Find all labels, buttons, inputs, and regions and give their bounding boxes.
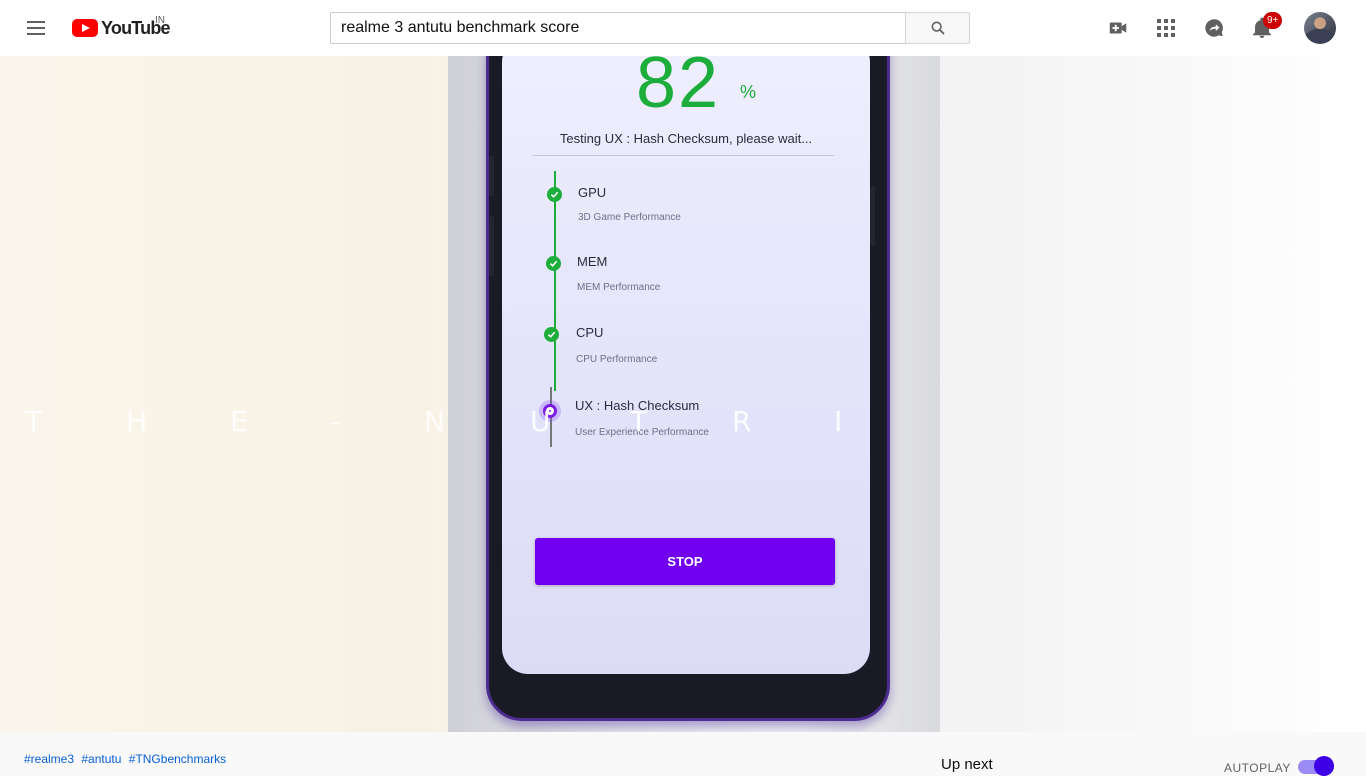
step-desc: 3D Game Performance	[578, 212, 681, 223]
apps-grid-icon	[1157, 19, 1175, 37]
user-avatar[interactable]	[1304, 12, 1336, 44]
hashtag-link[interactable]: #antutu	[81, 752, 121, 766]
overlay-letter: H	[126, 405, 148, 438]
up-next-heading: Up next	[941, 756, 993, 773]
divider	[532, 155, 834, 156]
hashtag-link[interactable]: #TNGbenchmarks	[129, 752, 226, 766]
guide-menu-icon[interactable]	[16, 8, 56, 48]
masthead: YouTube IN 9+	[0, 0, 1366, 56]
overlay-letter: T	[25, 405, 43, 438]
stop-button[interactable]: STOP	[535, 538, 835, 585]
check-icon	[544, 327, 559, 342]
notification-count-badge: 9+	[1263, 12, 1283, 29]
create-video-button[interactable]	[1102, 12, 1134, 44]
below-player: #realme3 #antutu #TNGbenchmarks Up next …	[0, 732, 1366, 776]
overlay-letter: R	[732, 405, 752, 438]
overlay-letter: -	[330, 405, 341, 438]
benchmark-score: 82	[636, 56, 721, 123]
step-desc: MEM Performance	[577, 282, 661, 293]
search-icon	[931, 21, 945, 35]
progress-track	[554, 171, 556, 391]
step-name: GPU	[578, 185, 607, 200]
channel-overlay-text: T H E - N U T R I	[0, 405, 1366, 438]
test-status: Testing UX : Hash Checksum, please wait.…	[559, 131, 813, 146]
video-camera-icon	[1109, 22, 1127, 34]
play-logo-icon	[72, 19, 98, 37]
step-name: MEM	[577, 254, 608, 269]
autoplay-label: AUTOPLAY	[1224, 761, 1291, 775]
overlay-letter: I	[834, 405, 843, 438]
autoplay-toggle-knob[interactable]	[1314, 756, 1334, 776]
phone-volume-button	[489, 156, 494, 196]
apps-button[interactable]	[1150, 12, 1182, 44]
messages-button[interactable]	[1198, 12, 1230, 44]
overlay-letter: T	[630, 405, 648, 438]
overlay-letter: N	[424, 405, 445, 438]
search-button[interactable]	[905, 12, 970, 44]
country-code: IN	[155, 15, 165, 26]
video-player[interactable]: 82 % Testing UX : Hash Checksum, please …	[0, 56, 1366, 732]
search-box[interactable]	[330, 12, 906, 44]
share-message-icon	[1205, 19, 1223, 37]
hashtag-link[interactable]: #realme3	[24, 752, 74, 766]
score-percent-sign: %	[740, 82, 757, 102]
phone-power-button	[870, 186, 875, 246]
hashtag-list: #realme3 #antutu #TNGbenchmarks	[24, 752, 230, 766]
overlay-letter: U	[530, 405, 551, 438]
check-icon	[546, 256, 561, 271]
search-input[interactable]	[331, 13, 906, 43]
phone-volume-button	[489, 216, 494, 276]
step-desc: CPU Performance	[576, 354, 658, 365]
check-icon	[547, 187, 562, 202]
step-name: CPU	[576, 325, 604, 340]
overlay-letter: E	[230, 405, 248, 438]
phone-screen: 82 % Testing UX : Hash Checksum, please …	[502, 56, 870, 674]
